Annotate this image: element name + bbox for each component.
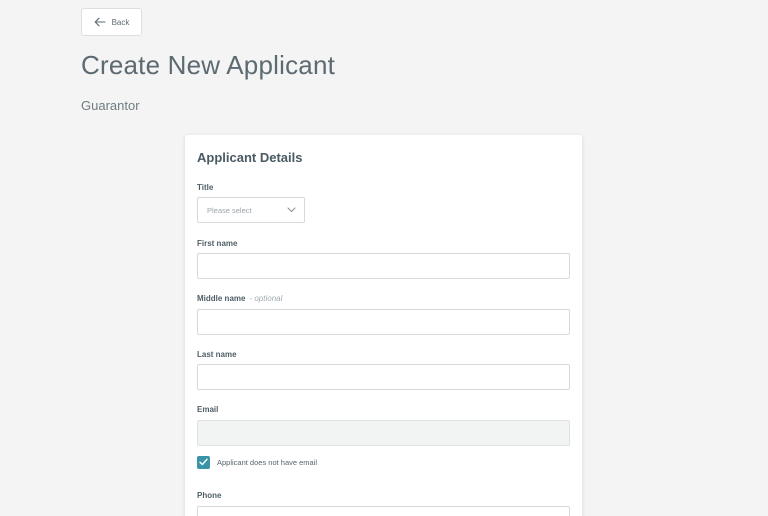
no-email-checkbox-row[interactable]: Applicant does not have email bbox=[197, 456, 317, 469]
phone-label: Phone bbox=[197, 491, 222, 500]
arrow-left-icon bbox=[94, 17, 106, 27]
title-select[interactable]: Please select bbox=[197, 197, 305, 223]
last-name-label: Last name bbox=[197, 350, 237, 359]
first-name-label: First name bbox=[197, 239, 238, 248]
no-email-checkbox-label: Applicant does not have email bbox=[217, 458, 318, 467]
optional-note: - optional bbox=[249, 294, 283, 303]
phone-input[interactable] bbox=[197, 506, 570, 516]
title-select-placeholder: Please select bbox=[207, 205, 252, 215]
check-icon bbox=[199, 458, 208, 468]
page-title: Create New Applicant bbox=[81, 50, 336, 80]
chevron-down-icon bbox=[287, 206, 296, 215]
page: Back Create New Applicant Guarantor Appl… bbox=[0, 0, 768, 516]
applicant-details-card: Applicant Details Title Please select Fi… bbox=[185, 135, 582, 516]
title-field-label: Title bbox=[197, 183, 214, 192]
card-title: Applicant Details bbox=[197, 150, 303, 165]
last-name-input[interactable] bbox=[197, 364, 570, 390]
no-email-checkbox[interactable] bbox=[197, 456, 210, 469]
page-subtitle: Guarantor bbox=[81, 98, 140, 113]
middle-name-label-text: Middle name bbox=[197, 294, 246, 303]
email-label: Email bbox=[197, 405, 219, 414]
first-name-input[interactable] bbox=[197, 253, 570, 279]
middle-name-input[interactable] bbox=[197, 309, 570, 335]
email-input[interactable] bbox=[197, 420, 570, 446]
back-button[interactable]: Back bbox=[81, 8, 142, 36]
back-button-label: Back bbox=[111, 17, 130, 27]
middle-name-label: Middle name - optional bbox=[197, 294, 282, 303]
